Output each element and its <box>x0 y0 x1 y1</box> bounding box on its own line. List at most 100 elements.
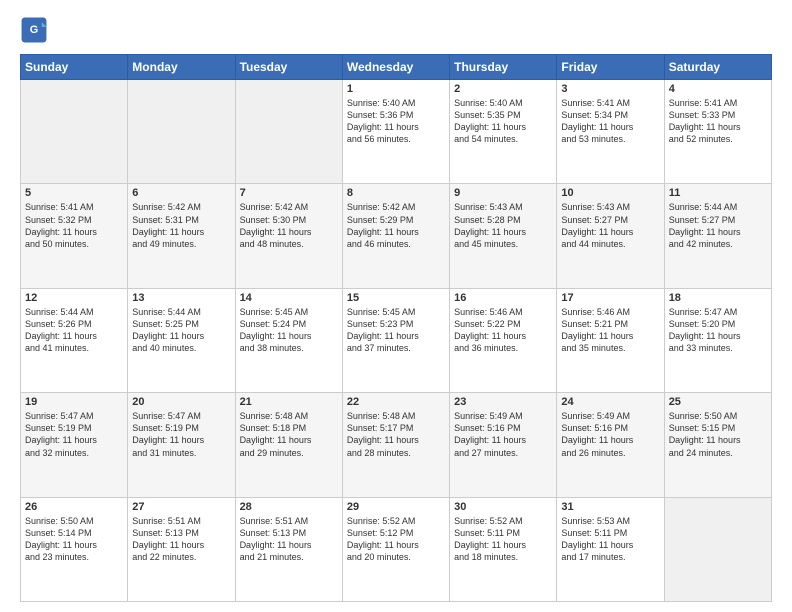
weekday-saturday: Saturday <box>664 55 771 80</box>
week-row-4: 19 Sunrise: 5:47 AM Sunset: 5:19 PM Dayli… <box>21 393 772 497</box>
day-info: Sunrise: 5:42 AM Sunset: 5:30 PM Dayligh… <box>240 201 338 250</box>
day-info: Sunrise: 5:42 AM Sunset: 5:31 PM Dayligh… <box>132 201 230 250</box>
day-number: 11 <box>669 187 767 199</box>
day-number: 14 <box>240 292 338 304</box>
day-number: 4 <box>669 83 767 95</box>
day-info: Sunrise: 5:51 AM Sunset: 5:13 PM Dayligh… <box>132 515 230 564</box>
calendar-cell: 16 Sunrise: 5:46 AM Sunset: 5:22 PM Dayli… <box>450 288 557 392</box>
week-row-2: 5Sunrise: 5:41 AM Sunset: 5:32 PM Daylig… <box>21 184 772 288</box>
calendar-cell: 12 Sunrise: 5:44 AM Sunset: 5:26 PM Dayli… <box>21 288 128 392</box>
calendar-cell: 19 Sunrise: 5:47 AM Sunset: 5:19 PM Dayli… <box>21 393 128 497</box>
day-info: Sunrise: 5:50 AM Sunset: 5:14 PM Dayligh… <box>25 515 123 564</box>
day-info: Sunrise: 5:43 AM Sunset: 5:28 PM Dayligh… <box>454 201 552 250</box>
calendar-cell <box>21 80 128 184</box>
day-number: 10 <box>561 187 659 199</box>
calendar-cell: 25Sunrise: 5:50 AM Sunset: 5:15 PM Dayli… <box>664 393 771 497</box>
day-info: Sunrise: 5:44 AM Sunset: 5:26 PM Dayligh… <box>25 306 123 355</box>
calendar-cell: 6 Sunrise: 5:42 AM Sunset: 5:31 PM Daylig… <box>128 184 235 288</box>
day-info: Sunrise: 5:49 AM Sunset: 5:16 PM Dayligh… <box>561 410 659 459</box>
day-info: Sunrise: 5:43 AM Sunset: 5:27 PM Dayligh… <box>561 201 659 250</box>
day-info: Sunrise: 5:41 AM Sunset: 5:33 PM Dayligh… <box>669 97 767 146</box>
day-number: 19 <box>25 396 123 408</box>
week-row-1: 1 Sunrise: 5:40 AM Sunset: 5:36 PM Daylig… <box>21 80 772 184</box>
calendar-cell: 29 Sunrise: 5:52 AM Sunset: 5:12 PM Dayli… <box>342 497 449 601</box>
weekday-wednesday: Wednesday <box>342 55 449 80</box>
calendar-cell: 11 Sunrise: 5:44 AM Sunset: 5:27 PM Dayli… <box>664 184 771 288</box>
weekday-sunday: Sunday <box>21 55 128 80</box>
logo-icon: G <box>20 16 48 44</box>
day-info: Sunrise: 5:46 AM Sunset: 5:21 PM Dayligh… <box>561 306 659 355</box>
day-info: Sunrise: 5:42 AM Sunset: 5:29 PM Dayligh… <box>347 201 445 250</box>
day-info: Sunrise: 5:47 AM Sunset: 5:19 PM Dayligh… <box>132 410 230 459</box>
calendar-cell: 17 Sunrise: 5:46 AM Sunset: 5:21 PM Dayli… <box>557 288 664 392</box>
calendar-cell <box>235 80 342 184</box>
day-info: Sunrise: 5:45 AM Sunset: 5:23 PM Dayligh… <box>347 306 445 355</box>
day-info: Sunrise: 5:44 AM Sunset: 5:27 PM Dayligh… <box>669 201 767 250</box>
day-number: 1 <box>347 83 445 95</box>
day-info: Sunrise: 5:47 AM Sunset: 5:19 PM Dayligh… <box>25 410 123 459</box>
day-number: 26 <box>25 501 123 513</box>
calendar-cell: 27 Sunrise: 5:51 AM Sunset: 5:13 PM Dayli… <box>128 497 235 601</box>
calendar-cell: 4 Sunrise: 5:41 AM Sunset: 5:33 PM Daylig… <box>664 80 771 184</box>
calendar-cell: 30 Sunrise: 5:52 AM Sunset: 5:11 PM Dayli… <box>450 497 557 601</box>
calendar-cell: 7 Sunrise: 5:42 AM Sunset: 5:30 PM Daylig… <box>235 184 342 288</box>
day-number: 8 <box>347 187 445 199</box>
day-info: Sunrise: 5:48 AM Sunset: 5:17 PM Dayligh… <box>347 410 445 459</box>
day-info: Sunrise: 5:46 AM Sunset: 5:22 PM Dayligh… <box>454 306 552 355</box>
day-number: 3 <box>561 83 659 95</box>
day-info: Sunrise: 5:40 AM Sunset: 5:36 PM Dayligh… <box>347 97 445 146</box>
weekday-monday: Monday <box>128 55 235 80</box>
day-info: Sunrise: 5:52 AM Sunset: 5:11 PM Dayligh… <box>454 515 552 564</box>
calendar-cell: 23 Sunrise: 5:49 AM Sunset: 5:16 PM Dayli… <box>450 393 557 497</box>
calendar-cell: 10 Sunrise: 5:43 AM Sunset: 5:27 PM Dayli… <box>557 184 664 288</box>
day-info: Sunrise: 5:40 AM Sunset: 5:35 PM Dayligh… <box>454 97 552 146</box>
calendar-cell: 2 Sunrise: 5:40 AM Sunset: 5:35 PM Daylig… <box>450 80 557 184</box>
day-number: 24 <box>561 396 659 408</box>
day-number: 2 <box>454 83 552 95</box>
day-number: 28 <box>240 501 338 513</box>
calendar-cell: 1 Sunrise: 5:40 AM Sunset: 5:36 PM Daylig… <box>342 80 449 184</box>
calendar-cell: 21Sunrise: 5:48 AM Sunset: 5:18 PM Dayli… <box>235 393 342 497</box>
calendar-cell: 13 Sunrise: 5:44 AM Sunset: 5:25 PM Dayli… <box>128 288 235 392</box>
day-number: 27 <box>132 501 230 513</box>
day-number: 9 <box>454 187 552 199</box>
day-info: Sunrise: 5:44 AM Sunset: 5:25 PM Dayligh… <box>132 306 230 355</box>
day-number: 6 <box>132 187 230 199</box>
calendar-cell: 14 Sunrise: 5:45 AM Sunset: 5:24 PM Dayli… <box>235 288 342 392</box>
day-info: Sunrise: 5:52 AM Sunset: 5:12 PM Dayligh… <box>347 515 445 564</box>
day-number: 13 <box>132 292 230 304</box>
day-info: Sunrise: 5:45 AM Sunset: 5:24 PM Dayligh… <box>240 306 338 355</box>
day-number: 22 <box>347 396 445 408</box>
day-number: 23 <box>454 396 552 408</box>
calendar-cell: 26 Sunrise: 5:50 AM Sunset: 5:14 PM Dayli… <box>21 497 128 601</box>
day-info: Sunrise: 5:53 AM Sunset: 5:11 PM Dayligh… <box>561 515 659 564</box>
day-info: Sunrise: 5:41 AM Sunset: 5:32 PM Dayligh… <box>25 201 123 250</box>
calendar-cell: 18 Sunrise: 5:47 AM Sunset: 5:20 PM Dayli… <box>664 288 771 392</box>
day-number: 29 <box>347 501 445 513</box>
calendar-table: SundayMondayTuesdayWednesdayThursdayFrid… <box>20 54 772 602</box>
svg-text:G: G <box>30 24 38 36</box>
calendar-cell: 31Sunrise: 5:53 AM Sunset: 5:11 PM Dayli… <box>557 497 664 601</box>
calendar-cell: 22 Sunrise: 5:48 AM Sunset: 5:17 PM Dayli… <box>342 393 449 497</box>
day-number: 16 <box>454 292 552 304</box>
day-info: Sunrise: 5:41 AM Sunset: 5:34 PM Dayligh… <box>561 97 659 146</box>
day-number: 17 <box>561 292 659 304</box>
calendar-cell <box>128 80 235 184</box>
weekday-friday: Friday <box>557 55 664 80</box>
calendar-cell: 20Sunrise: 5:47 AM Sunset: 5:19 PM Dayli… <box>128 393 235 497</box>
logo: G <box>20 16 52 44</box>
day-info: Sunrise: 5:47 AM Sunset: 5:20 PM Dayligh… <box>669 306 767 355</box>
weekday-header-row: SundayMondayTuesdayWednesdayThursdayFrid… <box>21 55 772 80</box>
weekday-thursday: Thursday <box>450 55 557 80</box>
day-number: 30 <box>454 501 552 513</box>
calendar-cell <box>664 497 771 601</box>
day-number: 7 <box>240 187 338 199</box>
day-info: Sunrise: 5:51 AM Sunset: 5:13 PM Dayligh… <box>240 515 338 564</box>
page: G SundayMondayTuesdayWednesdayThursdayFr… <box>0 0 792 612</box>
day-number: 15 <box>347 292 445 304</box>
day-number: 18 <box>669 292 767 304</box>
calendar-cell: 3 Sunrise: 5:41 AM Sunset: 5:34 PM Daylig… <box>557 80 664 184</box>
day-number: 21 <box>240 396 338 408</box>
day-number: 12 <box>25 292 123 304</box>
day-info: Sunrise: 5:49 AM Sunset: 5:16 PM Dayligh… <box>454 410 552 459</box>
